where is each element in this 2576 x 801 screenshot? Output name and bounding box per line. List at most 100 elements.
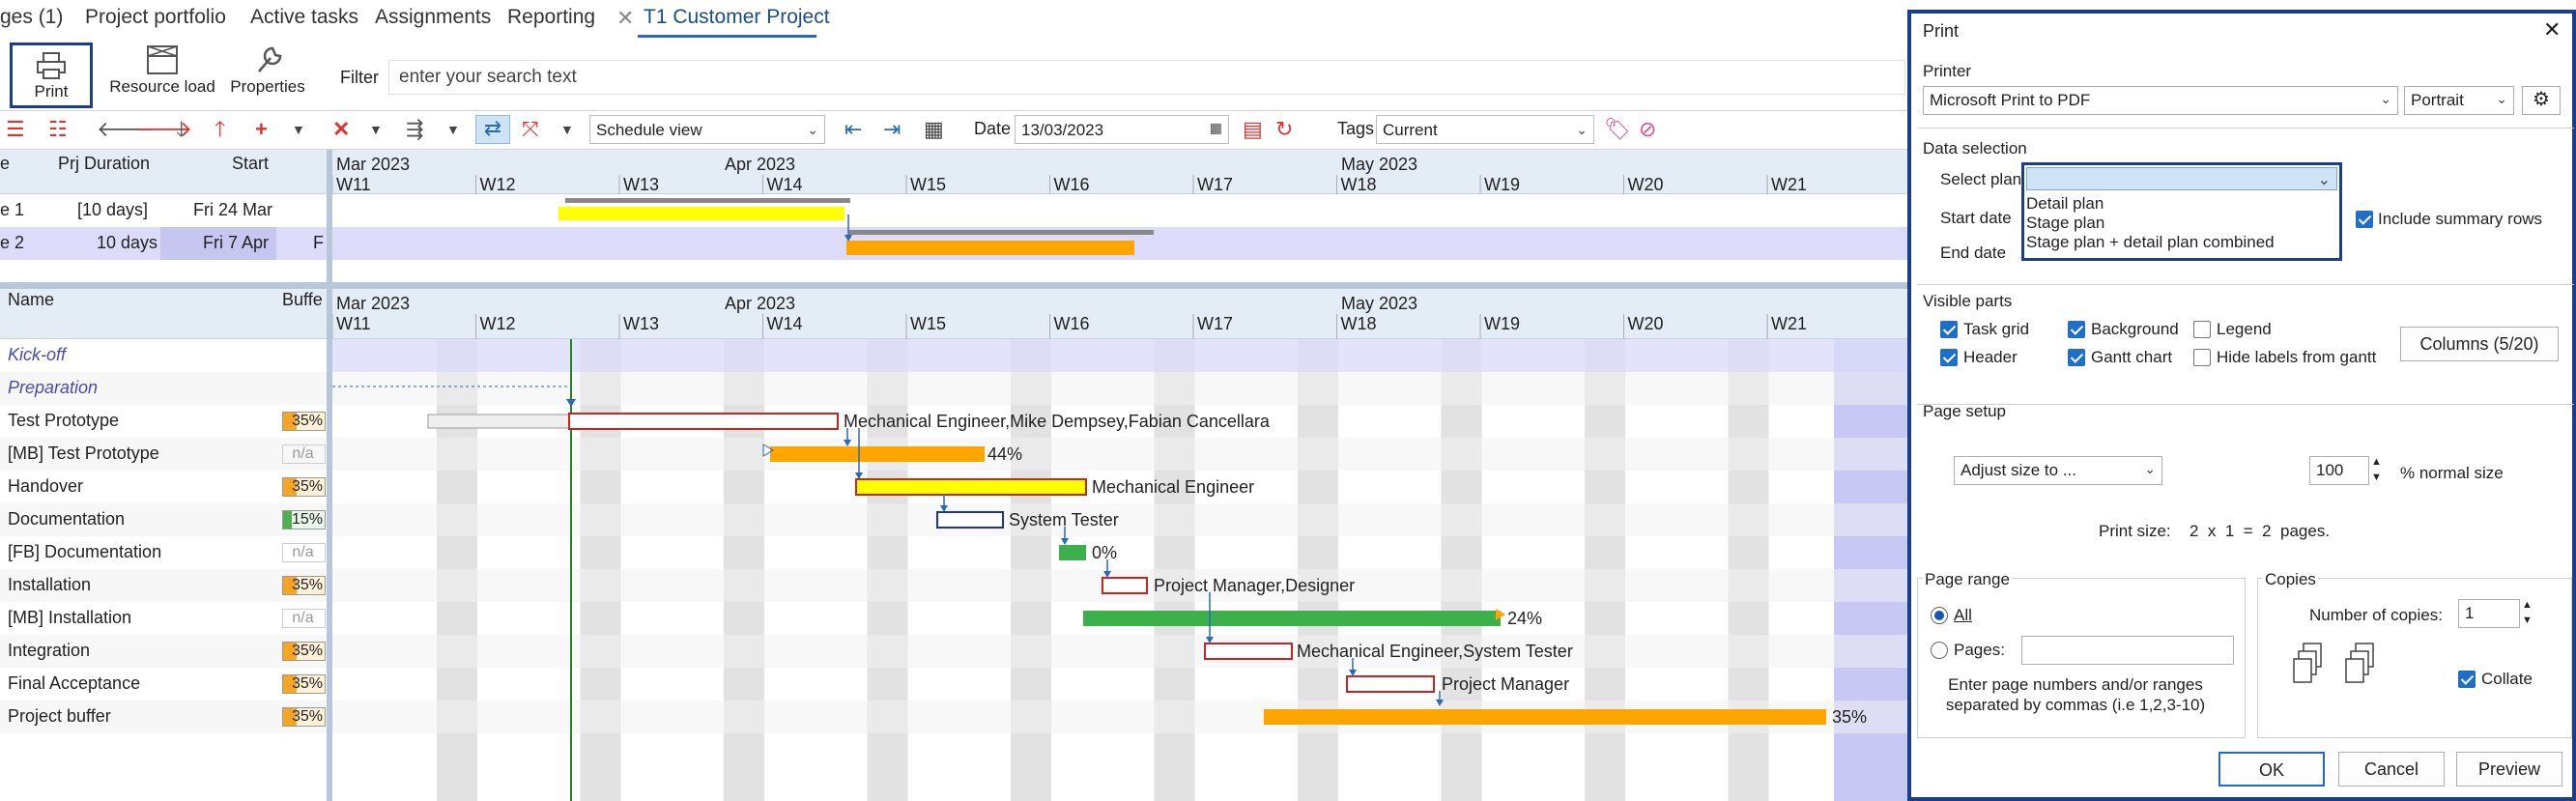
plan-option-combined[interactable]: Stage plan + detail plan combined	[2026, 233, 2275, 252]
buffer-bar	[770, 446, 985, 462]
week-label: W20	[1628, 314, 1664, 333]
include-summary-checkbox[interactable]	[2356, 211, 2373, 228]
arrow-head	[1349, 670, 1357, 676]
bar-label: Mechanical Engineer,System Tester	[1297, 642, 1573, 661]
spinner-down-icon[interactable]: ▼	[2522, 615, 2533, 626]
cancel-button[interactable]: Cancel	[2338, 752, 2445, 787]
task-row[interactable]: Project buffer 35%	[0, 701, 327, 733]
task-bar	[1204, 643, 1293, 660]
task-row[interactable]: Preparation	[0, 372, 327, 405]
select-plan-dropdown[interactable]: ⌄ Detail plan Stage plan Stage plan + de…	[2021, 162, 2342, 261]
spinner-up-icon[interactable]: ▲	[2522, 599, 2533, 611]
spinner-up-icon[interactable]: ▲	[2371, 456, 2382, 468]
task-name: Final Acceptance	[8, 673, 141, 693]
task-name: Project buffer	[8, 706, 111, 726]
week-label: W18	[1341, 175, 1377, 194]
background-checkbox[interactable]	[2068, 321, 2085, 338]
week-label: W13	[623, 314, 659, 333]
task-row[interactable]: Installation 35%	[0, 569, 327, 602]
select-plan-field[interactable]: ⌄	[2026, 167, 2337, 190]
week-label: W15	[910, 175, 946, 194]
print-size-label: Print size:	[2099, 522, 2171, 540]
week-label: W11	[336, 175, 371, 194]
page-selection-radio[interactable]	[1931, 642, 1948, 659]
plan-option-stage[interactable]: Stage plan	[2026, 214, 2104, 233]
task-row[interactable]: [MB] Test Prototype n/a	[0, 438, 327, 471]
spinner-down-icon[interactable]: ▼	[2371, 472, 2382, 483]
buffer-indicator: 35%	[282, 674, 326, 694]
ok-button[interactable]: OK	[2218, 752, 2325, 787]
pages-label: Pages:	[1954, 641, 2005, 659]
bar-label: System Tester	[1009, 510, 1119, 529]
week-label: W17	[1197, 314, 1233, 333]
buffer-indicator: n/a	[282, 543, 326, 562]
buffer-bar	[1059, 545, 1086, 560]
header-label: Header	[1963, 348, 2018, 366]
task-row[interactable]: Kick-off	[0, 339, 327, 372]
task-name: Kick-off	[8, 345, 67, 364]
arrow-head	[1061, 538, 1069, 545]
printer-settings-icon[interactable]: ⚙	[2522, 86, 2561, 115]
arrow-head	[855, 472, 863, 479]
week-label: W16	[1054, 314, 1090, 333]
buffer-indicator: 15%	[282, 510, 326, 529]
legend-checkbox[interactable]	[2193, 321, 2211, 338]
buffer-indicator: 35%	[282, 707, 326, 727]
header-checkbox[interactable]	[1940, 349, 1958, 366]
collate-pages-icon	[2293, 643, 2374, 683]
task-bar	[1102, 577, 1148, 594]
hide-labels-label: Hide labels from gantt	[2217, 348, 2377, 366]
task-row[interactable]: Handover 35%	[0, 471, 327, 503]
percent-input[interactable]: 100	[2309, 456, 2369, 485]
task-grid-label: Task grid	[1963, 320, 2030, 338]
orientation-select[interactable]: Portrait ⌄	[2404, 86, 2514, 115]
task-name: [MB] Test Prototype	[8, 443, 159, 463]
task-row[interactable]: [MB] Installation n/a	[0, 602, 327, 635]
buffer-indicator: 35%	[282, 477, 326, 497]
columns-button[interactable]: Columns (5/20)	[2400, 327, 2559, 361]
bar-label: Project Manager	[1442, 674, 1569, 694]
task-row[interactable]: Integration 35%	[0, 635, 327, 668]
bar-label: 44%	[987, 444, 1022, 464]
print-size-value: 2 x 1 = 2 pages.	[2190, 522, 2331, 540]
month-label: Mar 2023	[336, 155, 410, 174]
copies-input[interactable]: 1	[2458, 599, 2520, 628]
task-row[interactable]: Final Acceptance 35%	[0, 668, 327, 701]
bar-label: 35%	[1832, 707, 1867, 727]
month-label: May 2023	[1341, 294, 1417, 313]
buffer-indicator: 35%	[282, 576, 326, 595]
summary-line	[565, 198, 850, 203]
task-row[interactable]: Test Prototype 35%	[0, 405, 327, 438]
bar-label: Mechanical Engineer,Mike Dempsey,Fabian …	[844, 412, 1271, 431]
buffer-bar	[1083, 611, 1501, 626]
end-date-label: End date	[1940, 243, 2007, 262]
week-label: W21	[1771, 175, 1807, 194]
printer-select[interactable]: Microsoft Print to PDF ⌄	[1923, 86, 2398, 115]
month-label: Apr 2023	[725, 294, 795, 313]
pages-input[interactable]	[2021, 636, 2234, 665]
plan-option-detail[interactable]: Detail plan	[2026, 194, 2104, 214]
task-bar	[936, 511, 1004, 529]
hide-labels-checkbox[interactable]	[2193, 349, 2211, 366]
week-label: W21	[1771, 314, 1807, 333]
task-name: Integration	[8, 641, 91, 660]
task-row[interactable]: Documentation 15%	[0, 503, 327, 536]
task-name: Test Prototype	[8, 411, 120, 430]
select-plan-label: Select plan	[1940, 170, 2022, 188]
task-row[interactable]: [FB] Documentation n/a	[0, 536, 327, 569]
gantt-chart-label: Gantt chart	[2091, 348, 2173, 366]
grid-splitter[interactable]	[327, 150, 332, 801]
task-name: Handover	[8, 476, 84, 496]
gantt-chart-checkbox[interactable]	[2068, 349, 2085, 366]
month-label: May 2023	[1341, 155, 1417, 174]
task-grid-checkbox[interactable]	[1940, 321, 1958, 338]
normal-size-label: % normal size	[2400, 464, 2504, 482]
adjust-size-select[interactable]: Adjust size to ... ⌄	[1954, 456, 2162, 485]
collate-checkbox[interactable]	[2458, 671, 2476, 688]
bar-label: Project Manager,Designer	[1154, 576, 1355, 595]
all-pages-radio[interactable]	[1931, 607, 1948, 624]
week-label: W17	[1197, 175, 1233, 194]
week-label: W14	[767, 175, 803, 194]
close-icon[interactable]: ✕	[2543, 17, 2561, 43]
preview-button[interactable]: Preview	[2456, 752, 2562, 787]
